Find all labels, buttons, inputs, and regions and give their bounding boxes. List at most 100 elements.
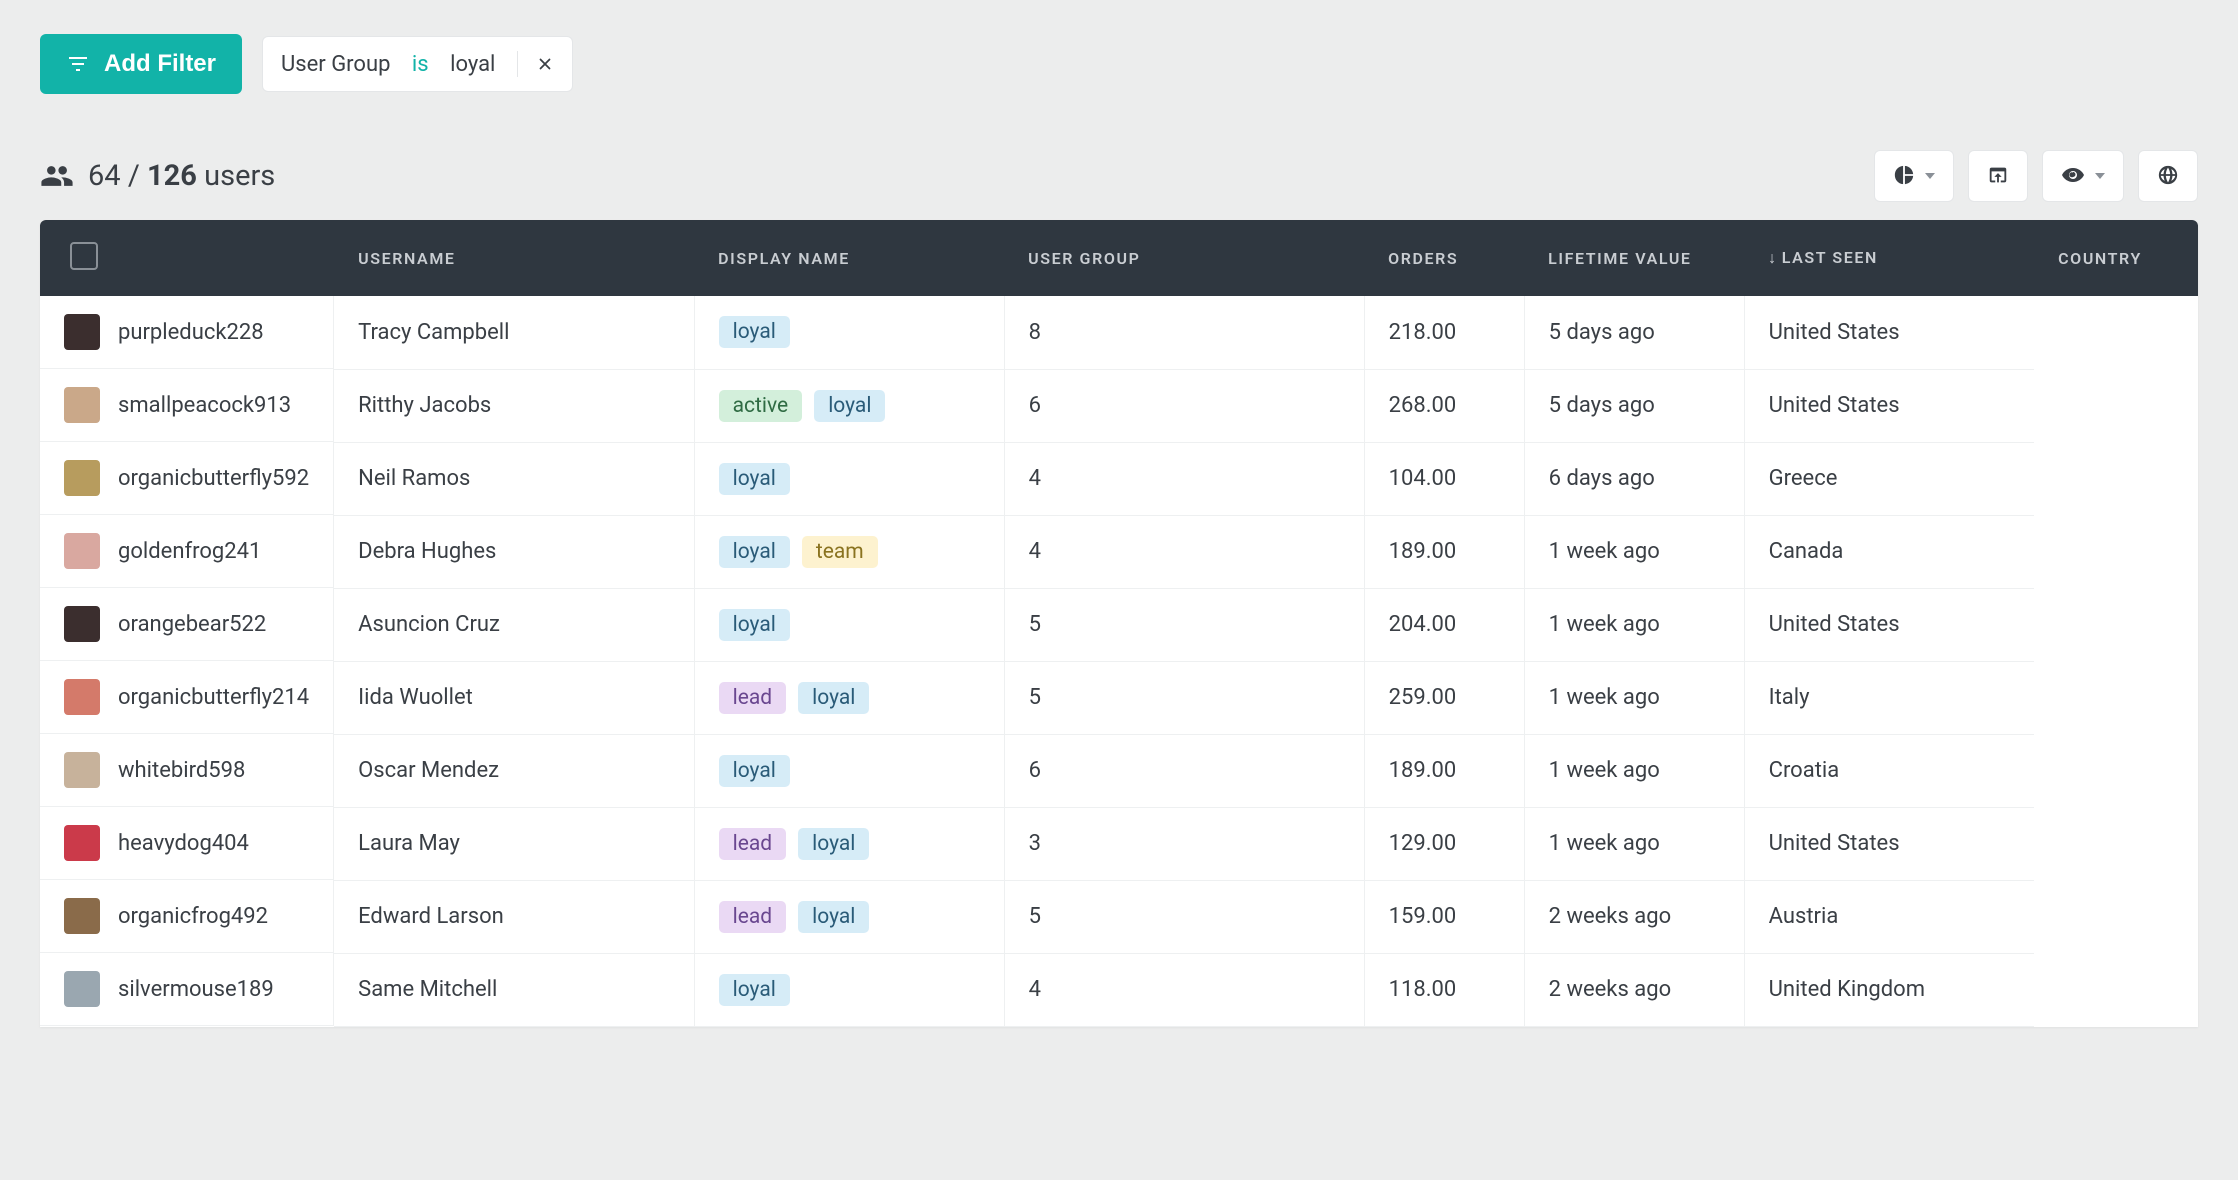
last-seen: 1 week ago [1524,515,1744,588]
orders: 6 [1004,734,1364,807]
table-row[interactable]: orangebear522 Asuncion Cruz loyal 5204.001 … [40,588,2198,661]
filter-chip[interactable]: User Group is loyal [262,36,573,92]
eye-icon [2061,163,2085,190]
globe-button[interactable] [2138,150,2198,202]
username: organicbutterfly592 [118,466,309,491]
tag-team: team [802,536,878,568]
table-row[interactable]: heavydog404Laura Mayleadloyal3129.001 we… [40,807,2198,880]
username: orangebear522 [118,612,266,637]
user-group-cell: activeloyal [694,369,1004,442]
user-group-cell: loyalteam [694,515,1004,588]
tag-loyal: loyal [719,755,790,787]
last-seen: 2 weeks ago [1524,953,1744,1026]
tag-lead: lead [719,828,787,860]
col-header-lifetime-value[interactable]: LIFETIME VALUE [1524,220,1744,296]
col-header-user-group[interactable]: USER GROUP [1004,220,1364,296]
display-name: Edward Larson [334,880,694,953]
count-total: 126 [147,159,197,193]
avatar [64,533,100,569]
table-row[interactable]: whitebird598Oscar Mendezloyal6189.001 we… [40,734,2198,807]
display-name: Laura May [334,807,694,880]
lifetime-value: 159.00 [1364,880,1524,953]
tag-loyal: loyal [719,316,790,348]
lifetime-value: 129.00 [1364,807,1524,880]
tag-loyal: loyal [719,609,790,641]
tag-loyal: loyal [814,390,885,422]
visibility-button[interactable] [2042,150,2124,202]
avatar [64,460,100,496]
count-shown: 64 [88,159,121,193]
chart-view-button[interactable] [1874,150,1954,202]
last-seen: 1 week ago [1524,807,1744,880]
username: goldenfrog241 [118,539,261,564]
username: organicbutterfly214 [118,685,309,710]
col-header-display-name[interactable]: DISPLAY NAME [694,220,1004,296]
orders: 5 [1004,588,1364,661]
last-seen: 5 days ago [1524,369,1744,442]
add-filter-label: Add Filter [104,50,216,78]
col-header-country[interactable]: COUNTRY [2034,220,2198,296]
table-row[interactable]: organicbutterfly214Iida Wuolletleadloyal… [40,661,2198,734]
orders: 8 [1004,296,1364,369]
country: Canada [1744,515,2034,588]
display-name: Same Mitchell [334,953,694,1026]
table-header-row: USERNAME DISPLAY NAME USER GROUP ORDERS … [40,220,2198,296]
col-header-orders[interactable]: ORDERS [1364,220,1524,296]
select-all-checkbox[interactable] [70,242,98,270]
avatar [64,971,100,1007]
result-count: 64 / 126 users [40,159,275,193]
country: United States [1744,588,2034,661]
table-row[interactable]: organicbutterfly592Neil Ramosloyal4104.0… [40,442,2198,515]
country: Austria [1744,880,2034,953]
user-group-cell: loyal [694,442,1004,515]
lifetime-value: 268.00 [1364,369,1524,442]
table-row[interactable]: silvermouse189Same Mitchellloyal4118.002… [40,953,2198,1026]
sort-desc-icon: ↓ [1768,248,1778,268]
country: Italy [1744,661,2034,734]
avatar [64,387,100,423]
pie-chart-icon [1893,164,1915,189]
username: smallpeacock913 [118,393,291,418]
filter-chip-remove[interactable] [536,55,554,73]
table-row[interactable]: smallpeacock913Ritthy Jacobsactiveloyal6… [40,369,2198,442]
display-name: Tracy Campbell [334,296,694,369]
orders: 4 [1004,953,1364,1026]
lifetime-value: 189.00 [1364,515,1524,588]
open-in-browser-icon [1987,164,2009,189]
country: United States [1744,296,2034,369]
filter-chip-operator: is [412,52,429,77]
table-row[interactable]: organicfrog492Edward Larsonleadloyal5159… [40,880,2198,953]
lifetime-value: 118.00 [1364,953,1524,1026]
orders: 3 [1004,807,1364,880]
avatar [64,314,100,350]
col-header-last-seen[interactable]: ↓LAST SEEN [1744,220,2034,296]
chevron-down-icon [2095,173,2105,179]
display-name: Asuncion Cruz [334,588,694,661]
last-seen: 1 week ago [1524,661,1744,734]
tag-lead: lead [719,901,787,933]
orders: 4 [1004,515,1364,588]
country: United Kingdom [1744,953,2034,1026]
people-icon [40,159,74,193]
lifetime-value: 104.00 [1364,442,1524,515]
tag-loyal: loyal [798,901,869,933]
table-row[interactable]: goldenfrog241Debra Hughesloyalteam4189.0… [40,515,2198,588]
last-seen: 5 days ago [1524,296,1744,369]
display-name: Ritthy Jacobs [334,369,694,442]
globe-icon [2157,164,2179,189]
col-header-username[interactable]: USERNAME [334,220,694,296]
lifetime-value: 204.00 [1364,588,1524,661]
filter-chip-divider [517,51,518,77]
add-filter-button[interactable]: Add Filter [40,34,242,94]
last-seen: 6 days ago [1524,442,1744,515]
country: United States [1744,807,2034,880]
chevron-down-icon [1925,173,1935,179]
last-seen: 1 week ago [1524,588,1744,661]
table-row[interactable]: purpleduck228Tracy Campbellloyal8218.005… [40,296,2198,369]
tag-loyal: loyal [798,682,869,714]
username: whitebird598 [118,758,245,783]
country: Croatia [1744,734,2034,807]
orders: 4 [1004,442,1364,515]
export-button[interactable] [1968,150,2028,202]
user-group-cell: loyal [694,734,1004,807]
